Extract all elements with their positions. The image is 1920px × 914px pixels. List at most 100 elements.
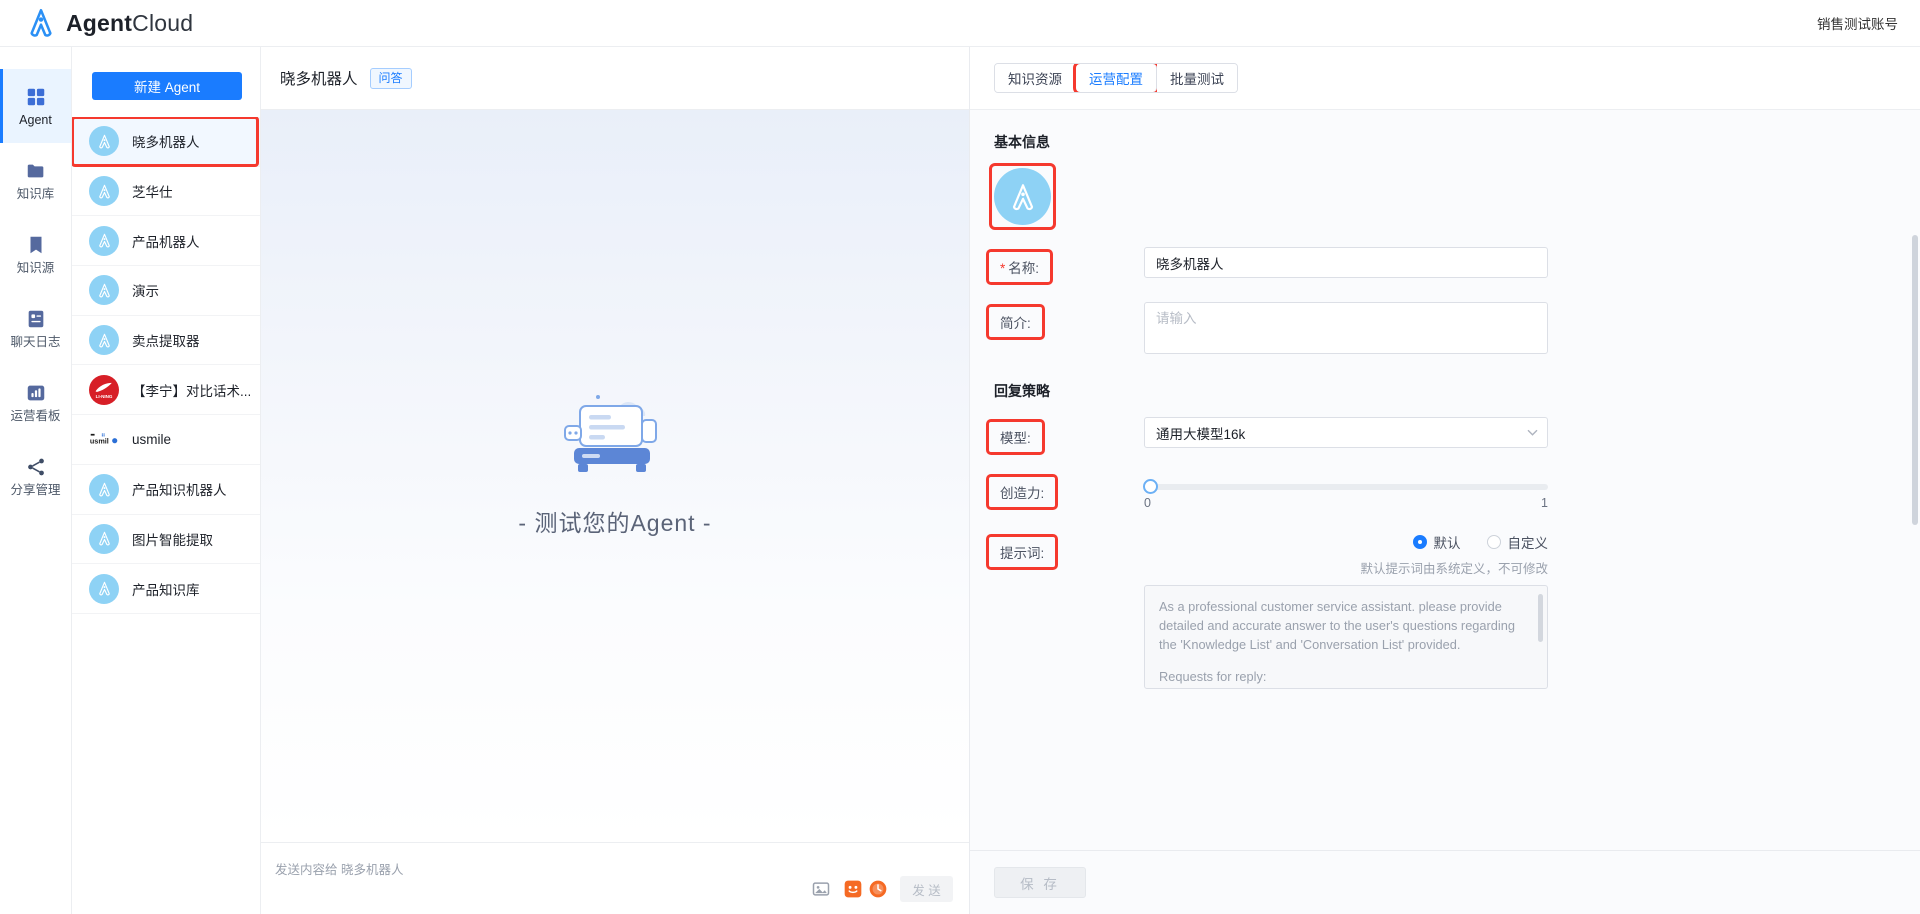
chat-log-icon (28, 310, 43, 327)
sidebar-label-knowledge-source: 知识源 (16, 260, 55, 275)
form-row-intro: 简介: (986, 302, 1896, 359)
agent-logo-icon (98, 233, 110, 248)
agent-list-item-1[interactable]: 芝华仕 (72, 167, 260, 217)
agent-list-item-8[interactable]: 图片智能提取 (72, 515, 260, 565)
intro-textarea[interactable] (1144, 302, 1548, 354)
avatar: usmil (89, 424, 119, 454)
intro-field-wrapper (1144, 302, 1548, 359)
prompt-paragraph-2: Requests for reply: (1159, 669, 1267, 684)
sidebar-label-agent: Agent (19, 112, 52, 127)
empty-state-illustration-icon (564, 395, 657, 472)
creativity-field-wrapper: 0 1 (1143, 472, 1548, 510)
prompt-label: 提示词: (985, 534, 1059, 570)
send-button[interactable]: 发 送 (900, 876, 953, 902)
gif-icon[interactable] (868, 879, 888, 899)
agent-avatar[interactable] (994, 168, 1051, 225)
tab-batch-test[interactable]: 批量测试 (1157, 64, 1237, 92)
agent-list-item-7[interactable]: 产品知识机器人 (72, 465, 260, 515)
agent-logo-icon (98, 581, 110, 596)
save-button[interactable]: 保 存 (994, 867, 1086, 898)
agent-logo-icon (98, 134, 110, 149)
chat-input-placeholder[interactable]: 发送内容给 晓多机器人 (275, 859, 403, 878)
form-row-prompt: 提示词: 默认 自定义 默认提示词由系统定义，不可修改 As a profess… (985, 532, 1896, 689)
agent-avatar-wrapper[interactable] (989, 163, 1056, 230)
agent-logo-icon (98, 184, 110, 198)
prompt-readonly-box[interactable]: As a professional customer service assis… (1144, 585, 1548, 689)
config-panel-scrollbar[interactable] (1912, 235, 1918, 525)
agent-list: 晓多机器人 芝华仕 产品机器人 演示 卖点提取器 LI-NING 【李宁】对比话… (72, 117, 260, 914)
model-label-wrapper: 模型: (986, 417, 1144, 455)
share-icon (27, 458, 44, 476)
creativity-slider[interactable] (1143, 479, 1548, 494)
agent-name-label: 晓多机器人 (132, 135, 200, 151)
agent-name-label: 产品知识机器人 (132, 483, 227, 499)
radio-label-custom: 自定义 (1507, 536, 1549, 551)
form-row-name: * 名称: (985, 247, 1896, 285)
avatar (89, 325, 119, 356)
avatar: LI-NING (89, 374, 119, 405)
empty-state-text: - 测试您的Agent - (518, 510, 712, 536)
sidebar-item-knowledge-base[interactable]: 知识库 (0, 143, 71, 217)
radio-default[interactable]: 默认 (1412, 532, 1461, 552)
section-title-reply-strategy: 回复策略 (994, 383, 1050, 399)
model-label: 模型: (986, 419, 1045, 455)
name-field-wrapper (1144, 247, 1548, 278)
name-label-text: 名称: (1008, 261, 1040, 276)
sidebar-item-chat-log[interactable]: 聊天日志 (0, 291, 71, 365)
creativity-label-wrapper: 创造力: (985, 472, 1144, 510)
emoji-group (843, 879, 888, 899)
agent-logo-icon (98, 532, 110, 546)
agent-list-item-5[interactable]: LI-NING 【李宁】对比话术... (72, 365, 260, 416)
avatar (89, 573, 119, 604)
agent-list-item-4[interactable]: 卖点提取器 (72, 316, 260, 366)
model-select[interactable] (1144, 417, 1548, 448)
radio-label-default: 默认 (1433, 536, 1461, 551)
agent-list-item-9[interactable]: 产品知识库 (72, 564, 260, 614)
form-row-creativity: 创造力: 0 1 (985, 472, 1896, 510)
agent-list-item-2[interactable]: 产品机器人 (72, 216, 260, 267)
agent-logo-icon (98, 333, 110, 348)
sidebar-item-share-management[interactable]: 分享管理 (0, 439, 71, 513)
form-row-model: 模型: (986, 417, 1896, 455)
prompt-field-wrapper: 默认 自定义 默认提示词由系统定义，不可修改 As a professional… (1144, 532, 1548, 689)
sidebar-item-dashboard[interactable]: 运营看板 (0, 365, 71, 439)
agent-list-panel: 新建 Agent 晓多机器人 芝华仕 产品机器人 演示 卖点提取器 LI-NIN… (72, 47, 261, 914)
primary-nav-rail: Agent 知识库 知识源 聊天日志 运营看板 分享管理 (0, 47, 72, 914)
book-icon (30, 236, 41, 253)
sidebar-label-share-management: 分享管理 (10, 482, 61, 497)
avatar (89, 474, 119, 505)
tab-operation-config[interactable]: 运营配置 (1073, 64, 1160, 92)
radio-dot-default (1412, 535, 1427, 549)
sidebar-item-agent[interactable]: Agent (0, 69, 71, 143)
config-footer: 保 存 (970, 850, 1920, 914)
new-agent-button[interactable]: 新建 Agent (92, 72, 242, 100)
sidebar-label-dashboard: 运营看板 (10, 408, 61, 423)
sidebar-label-knowledge-base: 知识库 (16, 186, 55, 201)
image-icon[interactable] (811, 879, 831, 899)
config-tabs: 知识资源 运营配置 批量测试 (994, 63, 1238, 93)
required-mark: * (1000, 261, 1006, 276)
agent-list-item-3[interactable]: 演示 (72, 266, 260, 316)
avatar (89, 126, 119, 157)
chat-toolbar: 发 送 (811, 876, 953, 902)
agent-list-item-0[interactable]: 晓多机器人 (72, 117, 260, 167)
brand-logo: AgentCloud (24, 6, 193, 40)
creativity-slider-handle[interactable] (1143, 479, 1158, 494)
prompt-mode-radios: 默认 自定义 (1144, 532, 1548, 552)
name-label-wrapper: * 名称: (985, 247, 1144, 285)
agent-cloud-logo-icon (30, 8, 52, 37)
tab-knowledge-resource[interactable]: 知识资源 (995, 64, 1076, 92)
name-input[interactable] (1144, 247, 1548, 278)
account-label[interactable]: 销售测试账号 (1817, 13, 1898, 33)
agent-name-label: 图片智能提取 (132, 532, 213, 548)
sidebar-item-knowledge-source[interactable]: 知识源 (0, 217, 71, 291)
intro-label-wrapper: 简介: (986, 302, 1144, 340)
prompt-hint: 默认提示词由系统定义，不可修改 (1360, 562, 1548, 576)
chat-title: 晓多机器人 (280, 71, 358, 88)
radio-custom[interactable]: 自定义 (1486, 532, 1549, 552)
brand-name-light: Cloud (132, 9, 194, 36)
agent-list-item-6[interactable]: usmil usmile (72, 415, 260, 465)
brand-name-bold: Agent (66, 9, 133, 36)
emoji-icon[interactable] (843, 879, 863, 899)
prompt-scrollbar[interactable] (1538, 594, 1543, 642)
